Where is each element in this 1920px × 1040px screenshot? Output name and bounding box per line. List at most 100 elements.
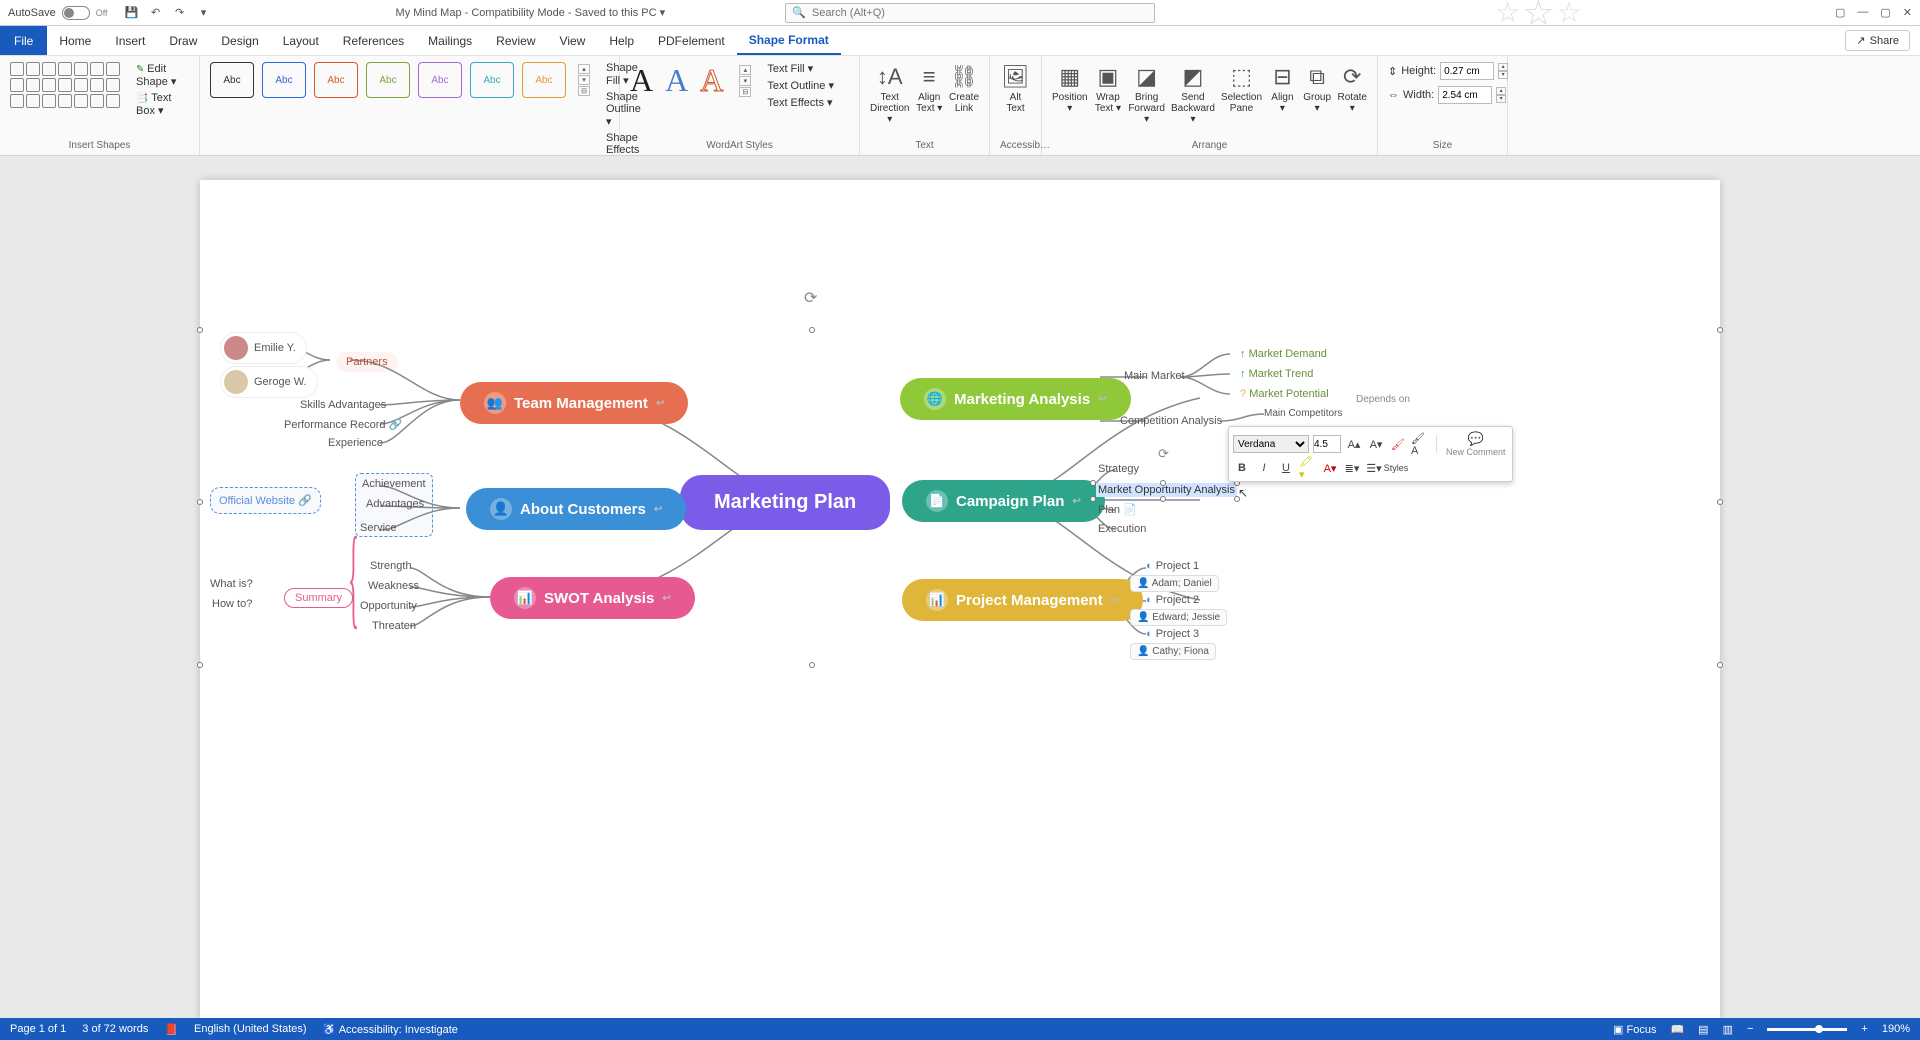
align-text-button[interactable]: ≡Align Text ▾ [915, 62, 943, 114]
sel-handle[interactable] [1717, 499, 1723, 505]
node-plan[interactable]: Plan 📄 [1098, 503, 1137, 516]
node-competition[interactable]: Competition Analysis [1120, 415, 1222, 427]
tab-view[interactable]: View [548, 26, 598, 55]
text-effects-button[interactable]: Text Effects ▾ [767, 96, 834, 109]
zoom-slider[interactable] [1767, 1028, 1847, 1031]
tab-home[interactable]: Home [47, 26, 103, 55]
tab-draw[interactable]: Draw [157, 26, 209, 55]
group-button[interactable]: ⧉Group ▾ [1303, 62, 1332, 114]
node-geroge[interactable]: Geroge W. [220, 366, 318, 398]
node-main-market[interactable]: Main Market [1124, 370, 1185, 382]
node-strength[interactable]: Strength [370, 560, 412, 572]
redo-icon[interactable]: ↷ [172, 5, 188, 21]
rotate-handle-icon[interactable]: ⟳ [804, 288, 817, 308]
send-backward-button[interactable]: ◩Send Backward ▾ [1171, 62, 1215, 125]
wrap-text-button[interactable]: ▣Wrap Text ▾ [1094, 62, 1123, 114]
alt-text-button[interactable]: 🖼Alt Text [1000, 62, 1031, 114]
node-team[interactable]: 👥 Team Management ↩ [460, 382, 688, 424]
tab-review[interactable]: Review [484, 26, 547, 55]
minimize-icon[interactable]: — [1857, 6, 1868, 19]
node-weakness[interactable]: Weakness [368, 580, 419, 592]
sel-handle[interactable] [197, 327, 203, 333]
bring-forward-button[interactable]: ◪Bring Forward ▾ [1128, 62, 1165, 125]
node-p3-people[interactable]: 👤 Cathy; Fiona [1130, 643, 1216, 660]
node-market-opp-analysis[interactable]: Market Opportunity Analysis [1096, 483, 1237, 497]
node-project[interactable]: 📊 Project Management ↩ [902, 579, 1143, 621]
highlight-icon[interactable]: 🖍▾ [1299, 459, 1317, 477]
style-swatch-4[interactable]: Abc [418, 62, 462, 98]
autosave-toggle[interactable] [62, 6, 90, 20]
node-opportunity[interactable]: Opportunity [360, 600, 417, 612]
style-swatch-5[interactable]: Abc [470, 62, 514, 98]
undo-icon[interactable]: ↶ [148, 5, 164, 21]
tab-design[interactable]: Design [209, 26, 270, 55]
node-perf[interactable]: Performance Record 🔗 [284, 418, 402, 431]
height-spinner[interactable]: ▴▾ [1498, 63, 1508, 79]
sel-handle[interactable] [809, 327, 815, 333]
zoom-value[interactable]: 190% [1882, 1023, 1910, 1035]
node-summary[interactable]: Summary [284, 588, 353, 608]
status-accessibility[interactable]: ♿ Accessibility: Investigate [323, 1023, 458, 1036]
height-input[interactable] [1440, 62, 1494, 80]
selection-pane-button[interactable]: ⬚Selection Pane [1221, 62, 1262, 114]
sel-handle[interactable] [1717, 662, 1723, 668]
tab-references[interactable]: References [331, 26, 416, 55]
shrink-font-icon[interactable]: A▾ [1367, 435, 1385, 453]
node-project-3[interactable]: Project 3 [1146, 628, 1199, 640]
node-whatis[interactable]: What is? [210, 578, 253, 590]
node-advantages[interactable]: Advantages [366, 498, 424, 510]
align-button[interactable]: ⊟Align ▾ [1268, 62, 1297, 114]
sel-handle[interactable] [197, 662, 203, 668]
node-howto[interactable]: How to? [212, 598, 252, 610]
wordart-1[interactable]: A [630, 62, 653, 99]
underline-icon[interactable]: U [1277, 459, 1295, 477]
tab-pdfelement[interactable]: PDFelement [646, 26, 737, 55]
style-swatch-0[interactable]: Abc [210, 62, 254, 98]
node-central[interactable]: Marketing Plan [680, 475, 890, 530]
share-button[interactable]: ↗Share [1845, 30, 1910, 51]
node-potential[interactable]: ? Market Potential [1234, 386, 1335, 402]
sel-handle[interactable] [1160, 480, 1166, 486]
numbering-icon[interactable]: ☰▾ [1365, 459, 1383, 477]
sel-handle[interactable] [1090, 496, 1096, 502]
sel-handle[interactable] [809, 662, 815, 668]
status-focus[interactable]: ▣ Focus [1613, 1023, 1656, 1036]
tab-layout[interactable]: Layout [271, 26, 331, 55]
font-size-input[interactable] [1313, 435, 1341, 453]
edit-shape-button[interactable]: Edit Shape ▾ [134, 62, 189, 89]
zoom-out-icon[interactable]: − [1747, 1023, 1753, 1035]
node-marketing[interactable]: 🌐 Marketing Analysis ↩ [900, 378, 1131, 420]
bullets-icon[interactable]: ≣▾ [1343, 459, 1361, 477]
sel-handle[interactable] [1717, 327, 1723, 333]
node-service[interactable]: Service [360, 522, 397, 534]
tab-insert[interactable]: Insert [103, 26, 157, 55]
node-trend[interactable]: ↑ Market Trend [1234, 366, 1319, 382]
tab-help[interactable]: Help [597, 26, 646, 55]
shapes-gallery[interactable] [10, 62, 120, 108]
width-spinner[interactable]: ▴▾ [1496, 87, 1506, 103]
view-web-icon[interactable]: ▥ [1723, 1023, 1733, 1036]
style-swatch-3[interactable]: Abc [366, 62, 410, 98]
status-spell-icon[interactable]: 📕 [164, 1023, 178, 1036]
search-box[interactable]: 🔍 [785, 3, 1155, 23]
new-comment-button[interactable]: 💬 New Comment [1444, 431, 1508, 457]
ribbon-display-icon[interactable]: ▢ [1835, 6, 1845, 19]
mini-toolbar[interactable]: Verdana A▴ A▾ 🖌 🖌A 💬 New Comment B I U 🖍… [1228, 426, 1513, 482]
width-input[interactable] [1438, 86, 1492, 104]
status-page[interactable]: Page 1 of 1 [10, 1023, 66, 1035]
italic-icon[interactable]: I [1255, 459, 1273, 477]
search-input[interactable] [812, 7, 1148, 19]
node-skills[interactable]: Skills Advantages [300, 399, 386, 411]
node-demand[interactable]: ↑ Market Demand [1234, 346, 1333, 362]
page[interactable]: ⟳ Marketing Plan 👥 Team Management ↩ Par… [200, 180, 1720, 1020]
autosave[interactable]: AutoSave Off [8, 6, 108, 20]
sel-handle[interactable] [1160, 496, 1166, 502]
wordart-2[interactable]: A [665, 62, 688, 99]
status-words[interactable]: 3 of 72 words [82, 1023, 148, 1035]
node-p2-people[interactable]: 👤 Edward; Jessie [1130, 609, 1227, 626]
qat-customize-icon[interactable]: ▾ [196, 5, 212, 21]
wordart-3[interactable]: A [700, 62, 723, 99]
view-print-icon[interactable]: ▤ [1698, 1023, 1708, 1036]
styles-button[interactable]: Styles [1387, 459, 1405, 477]
node-depends[interactable]: Depends on [1350, 392, 1416, 407]
